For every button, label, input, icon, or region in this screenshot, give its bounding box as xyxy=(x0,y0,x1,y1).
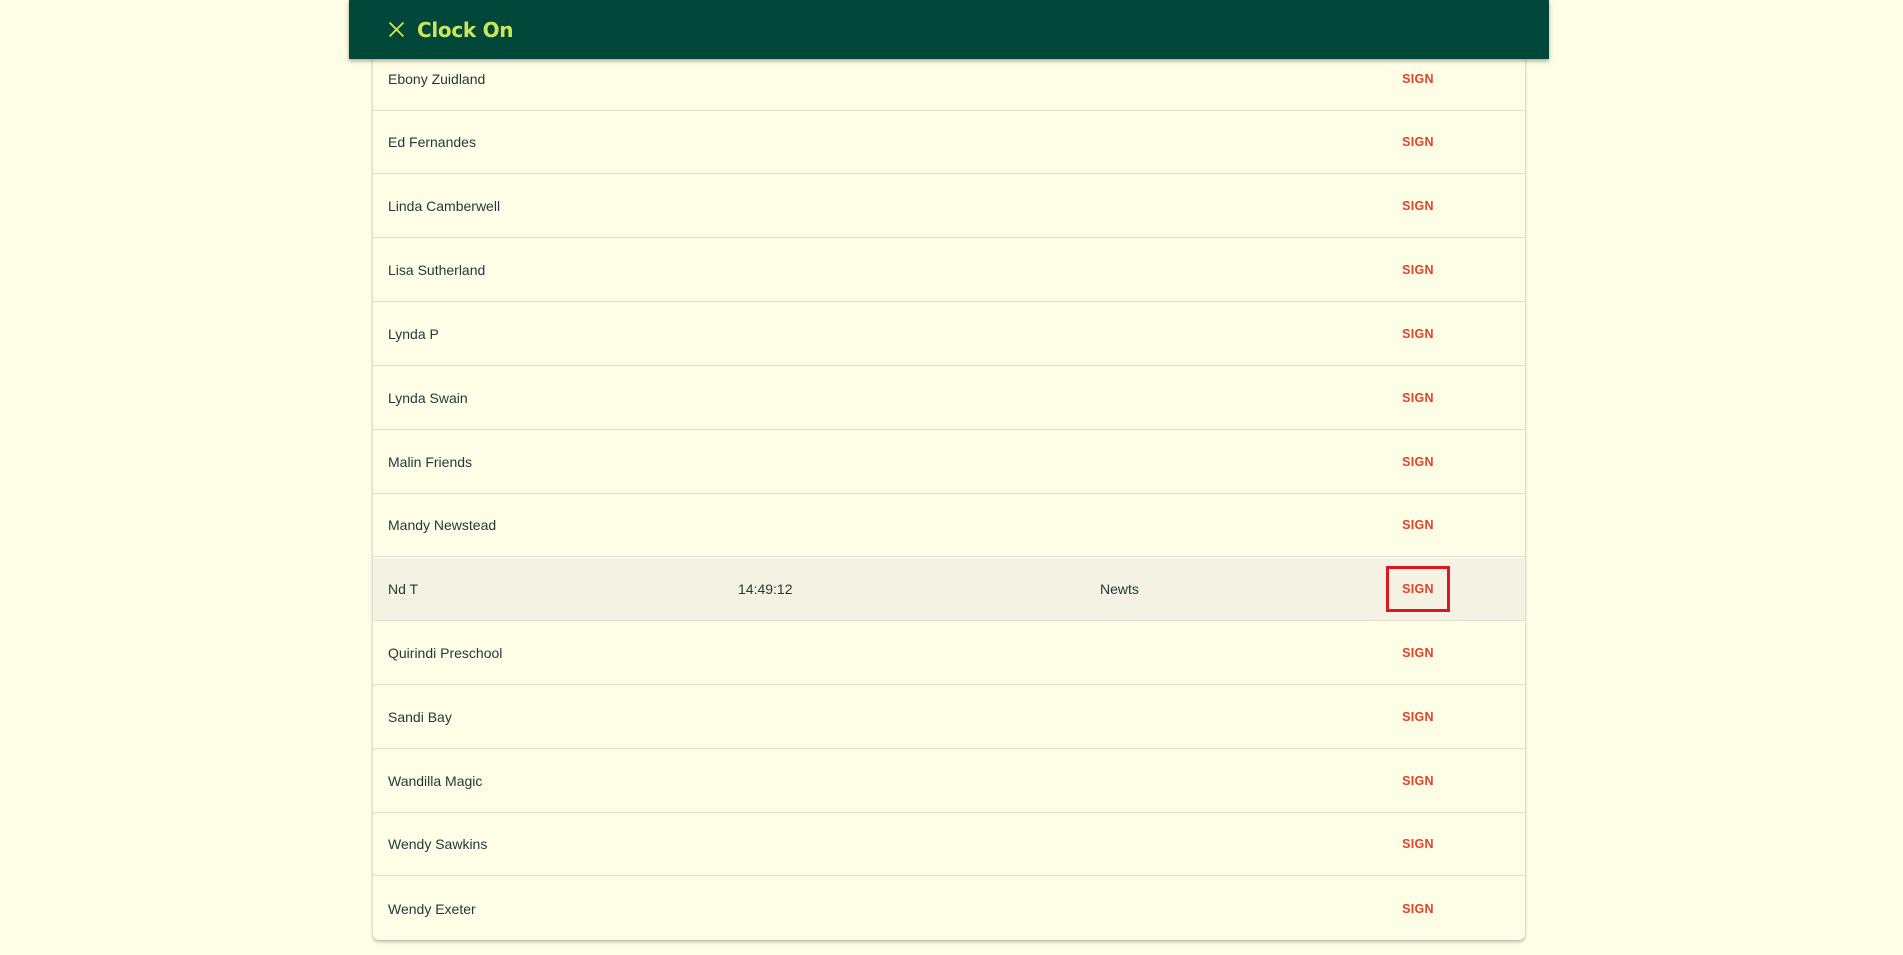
page-title: Clock On xyxy=(417,17,514,42)
person-name: Ebony Zuidland xyxy=(388,71,486,87)
person-name: Sandi Bay xyxy=(388,709,452,725)
person-name: Wendy Sawkins xyxy=(388,836,488,852)
sign-button[interactable]: SIGN xyxy=(1386,630,1450,676)
sign-button[interactable]: SIGN xyxy=(1386,375,1450,421)
person-name: Lisa Sutherland xyxy=(388,262,486,278)
sign-button[interactable]: SIGN xyxy=(1386,566,1450,612)
person-name: Quirindi Preschool xyxy=(388,645,503,661)
sign-button[interactable]: SIGN xyxy=(1386,886,1450,932)
sign-in-list: Ebony Zuidland SIGN Ed Fernandes SIGN Li… xyxy=(373,48,1525,940)
sign-button[interactable]: SIGN xyxy=(1386,56,1450,102)
list-item-selected: Nd T 14:49:12 Newts SIGN xyxy=(373,558,1525,621)
sign-button[interactable]: SIGN xyxy=(1386,439,1450,485)
list-item: Wendy Exeter SIGN xyxy=(373,877,1525,940)
sign-button[interactable]: SIGN xyxy=(1386,119,1450,165)
list-item: Linda Camberwell SIGN xyxy=(373,175,1525,238)
list-item: Lisa Sutherland SIGN xyxy=(373,239,1525,302)
sign-button[interactable]: SIGN xyxy=(1386,821,1450,867)
list-item: Wandilla Magic SIGN xyxy=(373,750,1525,813)
person-name: Mandy Newstead xyxy=(388,517,497,533)
list-item: Wendy Sawkins SIGN xyxy=(373,813,1525,876)
close-icon xyxy=(388,22,404,37)
list-item: Malin Friends SIGN xyxy=(373,431,1525,494)
sign-button[interactable]: SIGN xyxy=(1386,502,1450,548)
sign-button[interactable]: SIGN xyxy=(1386,758,1450,804)
app-bar: Clock On xyxy=(349,0,1549,59)
person-name: Wendy Exeter xyxy=(388,900,476,917)
close-button[interactable] xyxy=(383,17,409,43)
sign-time: 14:49:12 xyxy=(738,581,793,597)
list-item: Quirindi Preschool SIGN xyxy=(373,622,1525,685)
person-name: Lynda P xyxy=(388,326,439,342)
person-name: Nd T xyxy=(388,581,419,597)
list-item: Sandi Bay SIGN xyxy=(373,686,1525,749)
group-name: Newts xyxy=(1100,581,1139,597)
person-name: Ed Fernandes xyxy=(388,134,476,150)
list-item: Lynda P SIGN xyxy=(373,303,1525,366)
person-name: Malin Friends xyxy=(388,454,473,470)
list-item: Lynda Swain SIGN xyxy=(373,367,1525,430)
person-name: Linda Camberwell xyxy=(388,198,501,214)
list-item: Ed Fernandes SIGN xyxy=(373,111,1525,174)
sign-button[interactable]: SIGN xyxy=(1386,694,1450,740)
sign-button[interactable]: SIGN xyxy=(1386,247,1450,293)
list-item: Mandy Newstead SIGN xyxy=(373,494,1525,557)
person-name: Wandilla Magic xyxy=(388,773,483,789)
person-name: Lynda Swain xyxy=(388,390,468,406)
sign-button[interactable]: SIGN xyxy=(1386,183,1450,229)
sign-button[interactable]: SIGN xyxy=(1386,311,1450,357)
